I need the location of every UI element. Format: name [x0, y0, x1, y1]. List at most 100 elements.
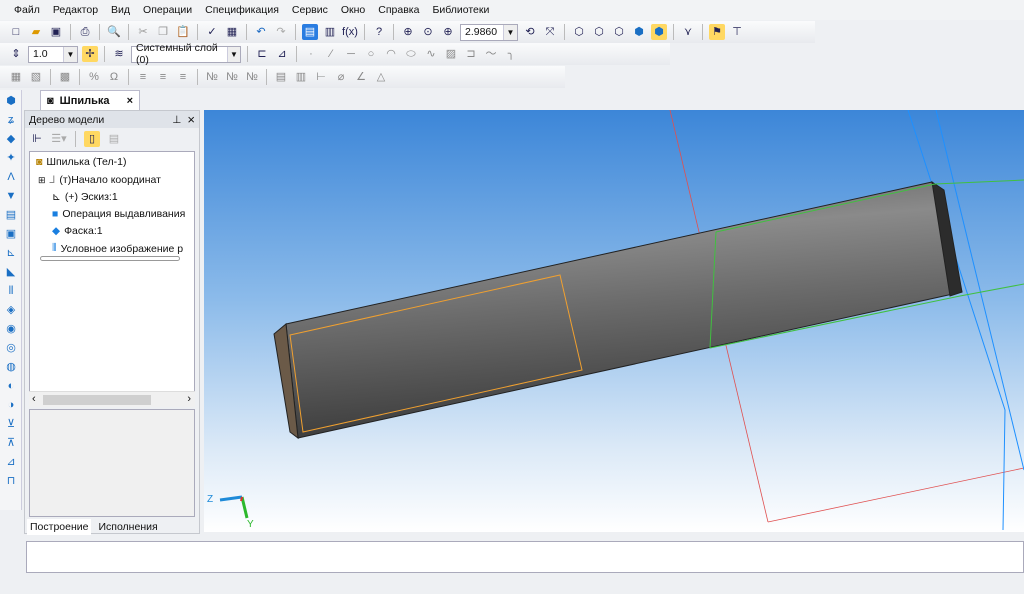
copy-props-icon[interactable]: ▩: [57, 69, 73, 85]
layer-combo[interactable]: Системный слой (0) ▼: [131, 42, 241, 66]
thin-lines-icon[interactable]: ⬡: [611, 24, 627, 40]
tool-6-icon[interactable]: ◑: [3, 397, 19, 413]
chevron-down-icon[interactable]: ▼: [503, 24, 517, 40]
tree-item-root[interactable]: ◙ Шпилька (Тел-1): [36, 156, 126, 168]
number-2-icon[interactable]: №: [224, 69, 240, 85]
tool-3-icon[interactable]: ◎: [3, 340, 19, 356]
tool-2-icon[interactable]: ◉: [3, 321, 19, 337]
sheet-icon[interactable]: ◣: [3, 264, 19, 280]
snap-icon[interactable]: ✢: [82, 46, 98, 62]
properties-icon[interactable]: ✓: [204, 24, 220, 40]
undo-icon[interactable]: ↶: [253, 24, 269, 40]
tab-construction[interactable]: Построение: [27, 519, 92, 535]
tab-document[interactable]: ◙ Шпилька ×: [40, 90, 140, 110]
tree-structure-icon[interactable]: ⊩: [29, 131, 45, 147]
dim-triangle-icon[interactable]: △: [373, 69, 389, 85]
save-icon[interactable]: ▣: [48, 24, 64, 40]
dim-angle-icon[interactable]: ∠: [353, 69, 369, 85]
step-combo[interactable]: 1.0 ▼: [28, 45, 78, 63]
tool-5-icon[interactable]: ◐: [3, 378, 19, 394]
dim-diam-icon[interactable]: ⌀: [333, 69, 349, 85]
scroll-right-icon[interactable]: ›: [187, 393, 191, 405]
fragment-icon[interactable]: ▦: [8, 69, 24, 85]
wireframe-icon[interactable]: ⬡: [571, 24, 587, 40]
view-icon[interactable]: ▧: [28, 69, 44, 85]
preview-icon[interactable]: 🔍: [106, 24, 122, 40]
perspective-icon[interactable]: ⋎: [680, 24, 696, 40]
redo-icon[interactable]: ↷: [273, 24, 289, 40]
tree-inner-scrollbar[interactable]: [40, 256, 180, 261]
bom-icon[interactable]: ▥: [293, 69, 309, 85]
layers-icon[interactable]: ≋: [111, 46, 127, 62]
tool-9-icon[interactable]: ⊿: [3, 454, 19, 470]
new-icon[interactable]: □: [8, 24, 24, 40]
tool-8-icon[interactable]: ⊼: [3, 435, 19, 451]
rotate-icon[interactable]: ⟲: [522, 24, 538, 40]
filter-icon[interactable]: ⚑: [709, 24, 725, 40]
scroll-thumb[interactable]: [43, 395, 151, 405]
hatch-icon[interactable]: ▨: [443, 46, 459, 62]
menu-service[interactable]: Сервис: [292, 4, 328, 16]
contour-icon[interactable]: ⊐: [463, 46, 479, 62]
number-1-icon[interactable]: №: [204, 69, 220, 85]
orientation-icon[interactable]: ⤧: [542, 24, 558, 40]
arc-icon[interactable]: ◠: [383, 46, 399, 62]
menu-help[interactable]: Справка: [378, 4, 419, 16]
line-icon[interactable]: ⁄: [323, 46, 339, 62]
tool-1-icon[interactable]: ◈: [3, 302, 19, 318]
menu-specification[interactable]: Спецификация: [205, 4, 279, 16]
shaded-icon[interactable]: ⬢: [631, 24, 647, 40]
3d-viewport[interactable]: Z Y: [204, 110, 1024, 532]
menu-window[interactable]: Окно: [341, 4, 365, 16]
tree-item-chamfer[interactable]: ◆ Фаска:1: [52, 225, 103, 237]
tab-versions[interactable]: Исполнения: [95, 519, 160, 535]
spatial-curves-icon[interactable]: ʑ: [3, 112, 19, 128]
align-1-icon[interactable]: ≡: [135, 69, 151, 85]
open-icon[interactable]: ▰: [28, 24, 44, 40]
report-icon[interactable]: ▣: [3, 226, 19, 242]
pin-icon[interactable]: ⊥: [172, 114, 181, 126]
circle-icon[interactable]: ○: [363, 46, 379, 62]
tree-view-icon[interactable]: ▯: [84, 131, 100, 147]
step-icon[interactable]: ⇕: [8, 46, 24, 62]
scroll-left-icon[interactable]: ‹: [32, 393, 36, 405]
curve-icon[interactable]: 〜: [483, 46, 499, 62]
tree-item-thread[interactable]: ⦀ Условное изображение р: [52, 242, 183, 255]
edit-part-icon[interactable]: ⬢: [3, 93, 19, 109]
spec-icon[interactable]: ▤: [3, 207, 19, 223]
local-cs-icon[interactable]: ⊿: [274, 46, 290, 62]
symbol-icon[interactable]: Ω: [106, 69, 122, 85]
table-2-icon[interactable]: ▤: [273, 69, 289, 85]
dimensions-icon[interactable]: Λ: [3, 169, 19, 185]
copy-icon[interactable]: ❐: [155, 24, 171, 40]
paste-icon[interactable]: 📋: [175, 24, 191, 40]
tool-10-icon[interactable]: ⊓: [3, 473, 19, 489]
print-icon[interactable]: ⎙: [77, 24, 93, 40]
variables-icon[interactable]: f(x): [342, 24, 358, 40]
filter-icon[interactable]: ▼: [3, 188, 19, 204]
chevron-down-icon[interactable]: ▼: [63, 46, 77, 62]
align-2-icon[interactable]: ≡: [155, 69, 171, 85]
tree-item-extrude[interactable]: ■ Операция выдавливания: [52, 208, 185, 220]
close-icon[interactable]: ×: [127, 95, 133, 107]
tree-item-origin[interactable]: ⊞ ⅃ (т)Начало координат: [38, 174, 161, 186]
menu-view[interactable]: Вид: [111, 4, 130, 16]
aux-geometry-icon[interactable]: ✦: [3, 150, 19, 166]
zoom-window-icon[interactable]: ⊕: [400, 24, 416, 40]
segment-icon[interactable]: ─: [343, 46, 359, 62]
roughness-icon[interactable]: %: [86, 69, 102, 85]
tree-item-sketch[interactable]: ⊾ (+) Эскиз:1: [52, 191, 118, 203]
tree-order-icon[interactable]: ☰▾: [51, 131, 67, 147]
zoom-fit-icon[interactable]: ⊙: [420, 24, 436, 40]
tree-list-icon[interactable]: ▤: [106, 131, 122, 147]
table-icon[interactable]: ▦: [224, 24, 240, 40]
cut-icon[interactable]: ✂: [135, 24, 151, 40]
fillet-icon[interactable]: ╮: [503, 46, 519, 62]
expand-icon[interactable]: ⊞: [38, 175, 46, 186]
align-3-icon[interactable]: ≡: [175, 69, 191, 85]
help-icon[interactable]: ?: [371, 24, 387, 40]
zoom-combo[interactable]: 2.9860 ▼: [460, 23, 518, 41]
sketch-mode-icon[interactable]: ⊾: [3, 245, 19, 261]
surfaces-icon[interactable]: ◆: [3, 131, 19, 147]
tool-4-icon[interactable]: ◍: [3, 359, 19, 375]
